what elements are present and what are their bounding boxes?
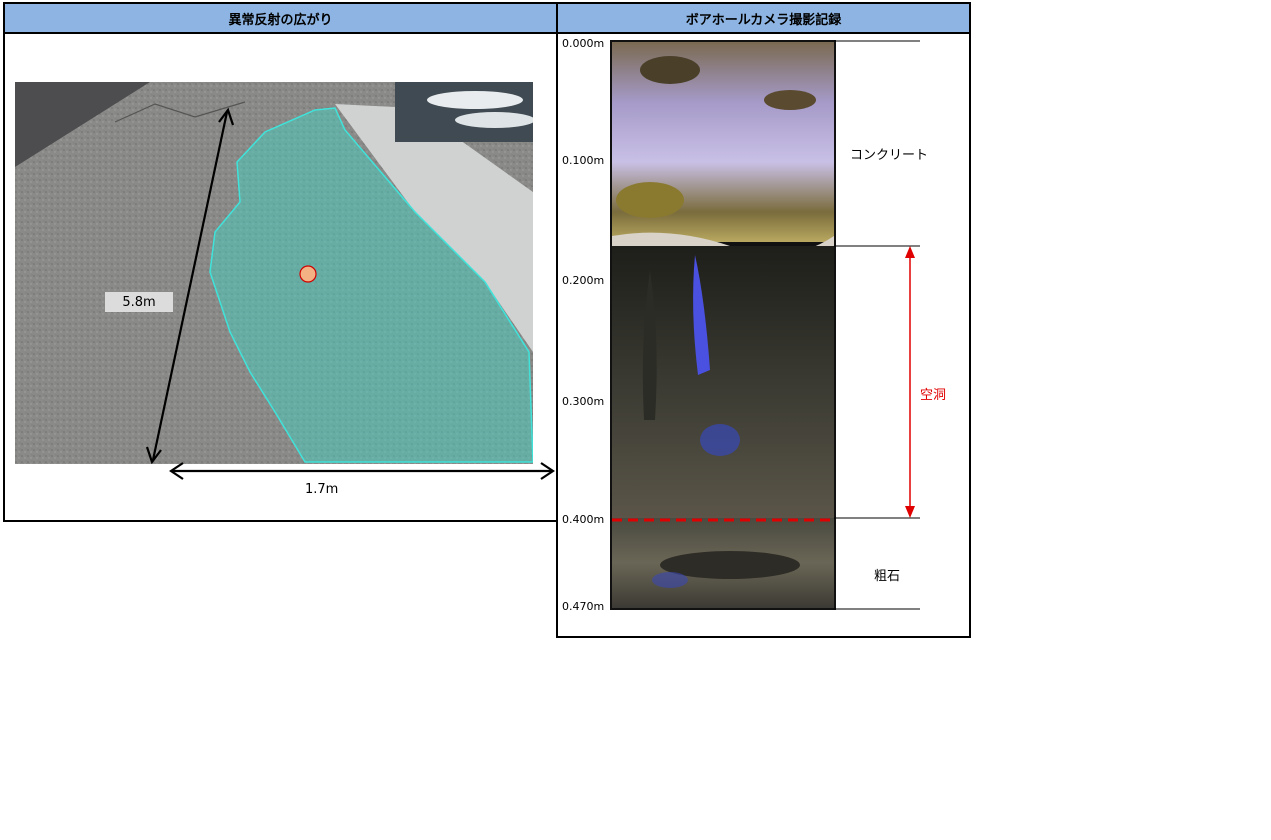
- borehole-image: [610, 40, 836, 610]
- site-photo: [15, 82, 533, 464]
- depth-label-3: 0.300m: [562, 395, 605, 408]
- depth-label-2: 0.200m: [562, 274, 605, 287]
- depth-label-5: 0.470m: [562, 600, 605, 613]
- borehole-point-marker: [299, 265, 317, 283]
- borehole-camera-panel: ボアホールカメラ撮影記録 0.000m 0.100m 0.200m 0.300m…: [556, 2, 971, 638]
- layer-label-cavity: 空洞: [920, 388, 947, 403]
- layer-label-rubble: 粗石: [874, 569, 901, 584]
- borehole-camera-title: ボアホールカメラ撮影記録: [558, 4, 969, 34]
- depth-label-4: 0.400m: [562, 513, 605, 526]
- layer-label-concrete: コンクリート: [850, 148, 929, 163]
- depth-label-1: 0.100m: [562, 154, 605, 167]
- anomaly-extent-panel: 異常反射の広がり 5.8m 1.7m: [3, 2, 558, 522]
- depth-label-0: 0.000m: [562, 37, 605, 50]
- width-label: 1.7m: [305, 482, 339, 497]
- length-label: 5.8m: [105, 292, 173, 312]
- anomaly-extent-title: 異常反射の広がり: [5, 4, 556, 34]
- layer-boundaries: [834, 40, 920, 610]
- width-arrow: [169, 462, 555, 480]
